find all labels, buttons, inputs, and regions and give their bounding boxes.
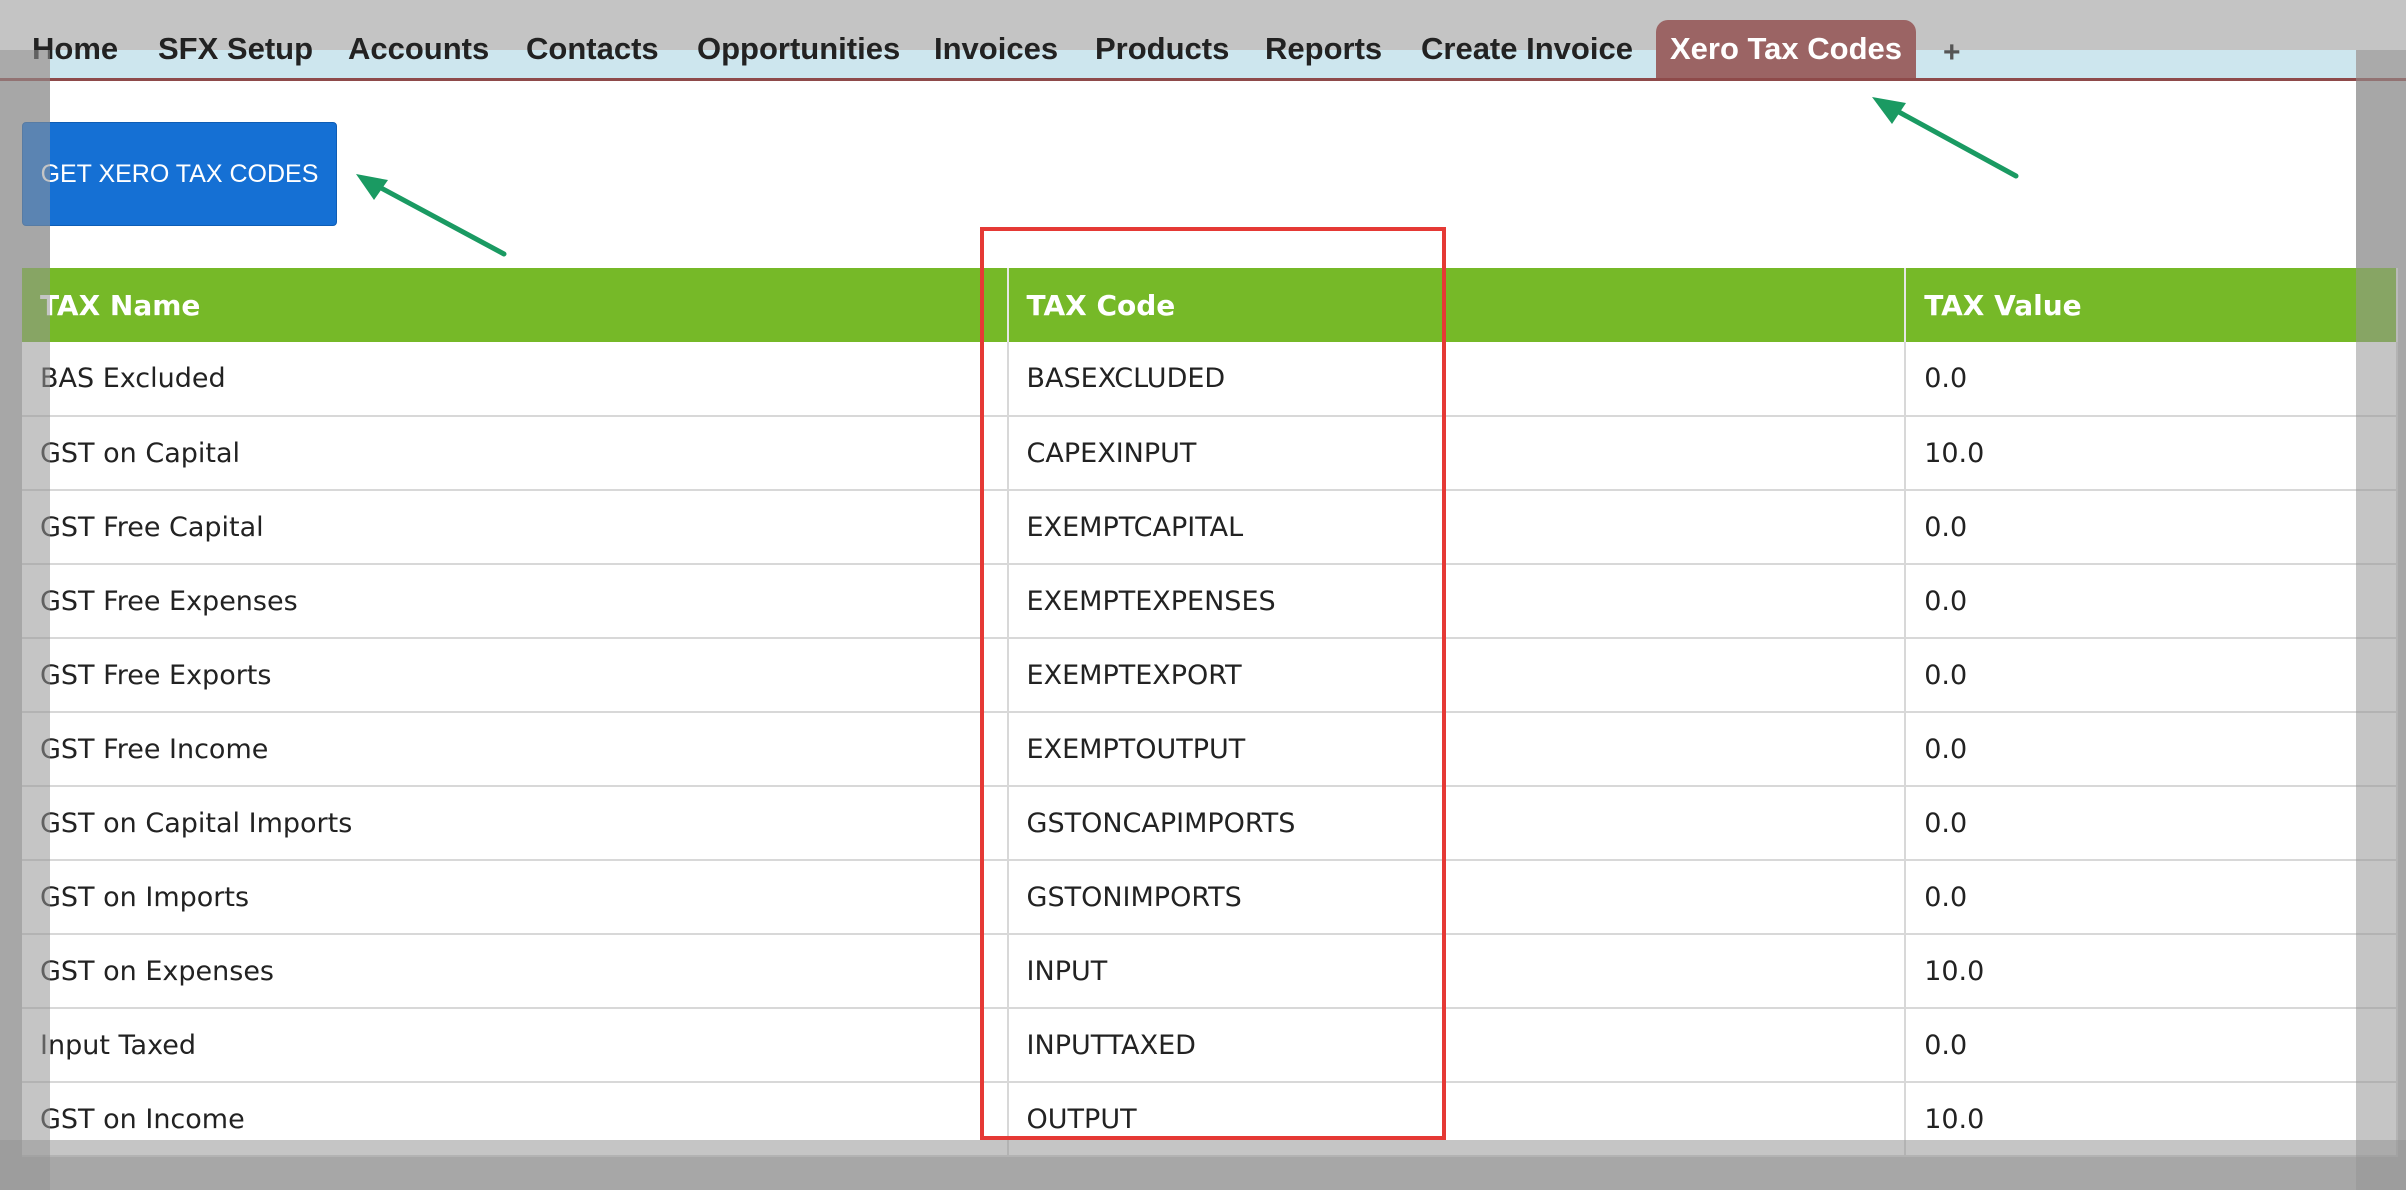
table-row: BAS Excluded BASEXCLUDED 0.0: [22, 342, 2398, 417]
tax-name-cell: GST on Capital: [22, 416, 1009, 491]
tax-name-cell: GST Free Capital: [22, 490, 1009, 565]
tax-code-cell: EXEMPTCAPITAL: [1007, 490, 1907, 565]
tax-code-cell: EXEMPTEXPORT: [1007, 638, 1907, 713]
get-xero-tax-codes-button[interactable]: GET XERO TAX CODES: [22, 122, 337, 226]
tax-code-cell: CAPEXINPUT: [1007, 416, 1907, 491]
left-overlay: [0, 50, 50, 1190]
tax-code-cell: EXEMPTEXPENSES: [1007, 564, 1907, 639]
bottom-overlay: [0, 1140, 2406, 1190]
tax-value-cell: 0.0: [1905, 564, 2398, 639]
table-row: Input Taxed INPUTTAXED 0.0: [22, 1008, 2398, 1083]
tax-code-cell: EXEMPTOUTPUT: [1007, 712, 1907, 787]
right-overlay: [2356, 50, 2406, 1190]
tab-opportunities[interactable]: Opportunities: [697, 33, 900, 64]
top-navigation: Home SFX Setup Accounts Contacts Opportu…: [0, 0, 2406, 81]
table-row: GST on Imports GSTONIMPORTS 0.0: [22, 860, 2398, 935]
header-tax-name[interactable]: TAX Name: [22, 268, 1009, 342]
tax-name-cell: GST Free Income: [22, 712, 1009, 787]
header-tax-code[interactable]: TAX Code: [1007, 268, 1907, 342]
tax-value-cell: 0.0: [1905, 712, 2398, 787]
tax-code-cell: GSTONIMPORTS: [1007, 860, 1907, 935]
table-row: GST Free Exports EXEMPTEXPORT 0.0: [22, 638, 2398, 713]
tax-code-cell: GSTONCAPIMPORTS: [1007, 786, 1907, 861]
tax-name-cell: GST on Expenses: [22, 934, 1009, 1009]
tax-value-cell: 0.0: [1905, 860, 2398, 935]
table-row: GST Free Income EXEMPTOUTPUT 0.0: [22, 712, 2398, 787]
add-tab-icon[interactable]: +: [1943, 38, 1961, 68]
tab-sfx-setup[interactable]: SFX Setup: [158, 33, 313, 64]
tax-name-cell: GST on Capital Imports: [22, 786, 1009, 861]
tax-name-cell: BAS Excluded: [22, 342, 1009, 417]
tab-create-invoice[interactable]: Create Invoice: [1421, 33, 1633, 64]
table-row: GST on Expenses INPUT 10.0: [22, 934, 2398, 1009]
table-row: GST Free Expenses EXEMPTEXPENSES 0.0: [22, 564, 2398, 639]
tax-value-cell: 10.0: [1905, 416, 2398, 491]
tab-accounts[interactable]: Accounts: [348, 33, 489, 64]
tax-name-cell: Input Taxed: [22, 1008, 1009, 1083]
tax-value-cell: 0.0: [1905, 342, 2398, 417]
tax-name-cell: GST Free Exports: [22, 638, 1009, 713]
tab-reports[interactable]: Reports: [1265, 33, 1382, 64]
tax-value-cell: 0.0: [1905, 1008, 2398, 1083]
tax-value-cell: 0.0: [1905, 638, 2398, 713]
tax-value-cell: 0.0: [1905, 490, 2398, 565]
tax-name-cell: GST Free Expenses: [22, 564, 1009, 639]
tax-code-cell: INPUTTAXED: [1007, 1008, 1907, 1083]
tax-value-cell: 0.0: [1905, 786, 2398, 861]
tab-products[interactable]: Products: [1095, 33, 1229, 64]
table-row: GST on Capital CAPEXINPUT 10.0: [22, 416, 2398, 491]
table-row: GST Free Capital EXEMPTCAPITAL 0.0: [22, 490, 2398, 565]
tax-code-cell: BASEXCLUDED: [1007, 342, 1907, 417]
tax-name-cell: GST on Imports: [22, 860, 1009, 935]
tax-codes-table: TAX Name TAX Code TAX Value BAS Excluded…: [22, 268, 2398, 1157]
header-tax-value[interactable]: TAX Value: [1905, 268, 2398, 342]
tab-contacts[interactable]: Contacts: [526, 33, 659, 64]
tab-xero-tax-codes[interactable]: Xero Tax Codes: [1656, 20, 1917, 78]
tax-code-cell: INPUT: [1007, 934, 1907, 1009]
tax-value-cell: 10.0: [1905, 934, 2398, 1009]
tab-invoices[interactable]: Invoices: [934, 33, 1058, 64]
table-header-row: TAX Name TAX Code TAX Value: [22, 268, 2398, 342]
table-row: GST on Capital Imports GSTONCAPIMPORTS 0…: [22, 786, 2398, 861]
